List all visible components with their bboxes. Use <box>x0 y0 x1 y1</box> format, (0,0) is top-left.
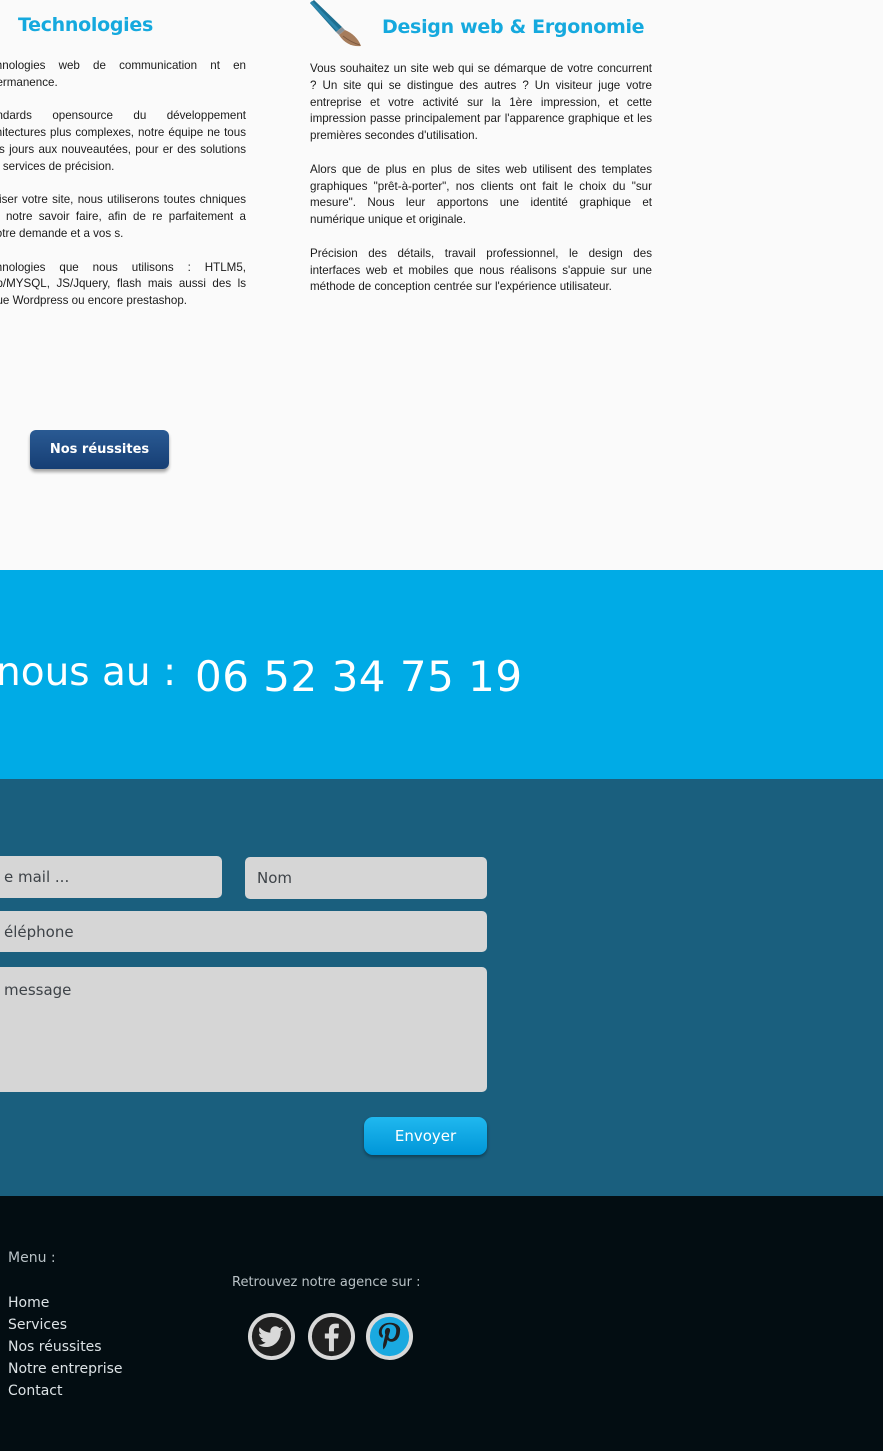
services-section: Technologies chnologies web de communica… <box>0 0 883 570</box>
send-button[interactable]: Envoyer <box>364 1117 487 1155</box>
footer-menu-contact[interactable]: Contact <box>8 1380 123 1402</box>
technologies-paragraph: andards opensource du développement chit… <box>0 109 246 173</box>
design-paragraph: Vous souhaitez un site web qui se démarq… <box>310 62 652 143</box>
technologies-paragraph: chnologies web de communication nt en pe… <box>0 59 246 89</box>
follow-text: Retrouvez notre agence sur : <box>232 1275 421 1290</box>
footer-menu-home[interactable]: Home <box>8 1292 123 1314</box>
footer-menu-nos-reussites[interactable]: Nos réussites <box>8 1336 123 1358</box>
twitter-icon[interactable] <box>247 1312 296 1361</box>
technologies-paragraph: chnologies que nous utilisons : HTLM5, h… <box>0 260 246 308</box>
phone-field[interactable] <box>0 911 487 952</box>
email-field[interactable] <box>0 856 222 898</box>
footer <box>0 1196 883 1451</box>
footer-menu-notre-entreprise[interactable]: Notre entreprise <box>8 1358 123 1380</box>
facebook-icon[interactable] <box>307 1312 356 1361</box>
paintbrush-icon <box>310 0 361 47</box>
design-paragraph: Alors que de plus en plus de sites web u… <box>310 162 652 227</box>
technologies-title: Technologies <box>18 14 153 36</box>
footer-menu: Home Services Nos réussites Notre entrep… <box>8 1292 123 1402</box>
technologies-paragraph: aliser votre site, nous utiliserons tout… <box>0 193 246 240</box>
phone-number[interactable]: 06 52 34 75 19 <box>195 652 523 701</box>
pinterest-icon[interactable] <box>365 1312 414 1361</box>
design-title: Design web & Ergonomie <box>382 16 645 38</box>
design-paragraph: Précision des détails, travail professio… <box>310 246 652 294</box>
technologies-text: chnologies web de communication nt en pe… <box>0 58 246 327</box>
design-text: Vous souhaitez un site web qui se démarq… <box>310 61 652 313</box>
footer-menu-services[interactable]: Services <box>8 1314 123 1336</box>
nos-reussites-button[interactable]: Nos réussites <box>30 430 169 469</box>
message-field[interactable] <box>0 967 487 1092</box>
phone-label: nous au : <box>0 650 177 695</box>
footer-menu-title: Menu : <box>8 1250 56 1266</box>
name-field[interactable] <box>245 857 487 899</box>
